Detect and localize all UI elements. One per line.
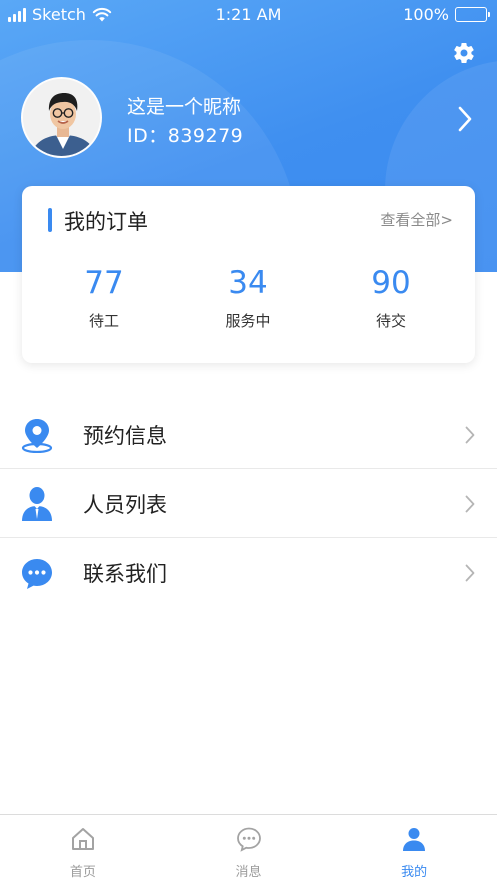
stat-label: 服务中 [225, 312, 271, 330]
battery-icon [455, 7, 490, 22]
nickname: 这是一个昵称 [127, 96, 242, 118]
orders-title: 我的订单 [64, 210, 148, 234]
order-stat-pending-work[interactable]: 77 待工 [44, 266, 164, 331]
bottom-tab-bar: 首页 消息 我的 [0, 814, 497, 883]
chat-bubble-icon [22, 559, 52, 589]
person-icon [22, 487, 52, 521]
my-orders-card: 我的订单 查看全部> 77 待工 34 服务中 90 待交 [22, 186, 475, 363]
menu-item-contact-us[interactable]: 联系我们 [0, 538, 497, 607]
menu-item-label: 人员列表 [83, 493, 167, 517]
message-icon [236, 827, 261, 852]
tab-home[interactable]: 首页 [0, 815, 166, 883]
tab-label: 我的 [401, 865, 428, 880]
chevron-right-icon [465, 495, 475, 513]
menu-item-staff-list[interactable]: 人员列表 [0, 469, 497, 538]
chevron-right-icon [465, 426, 475, 444]
stat-value: 90 [371, 265, 411, 301]
stat-label: 待交 [375, 312, 406, 330]
order-stat-pending-delivery[interactable]: 90 待交 [331, 266, 451, 331]
stat-value: 34 [228, 265, 268, 301]
tab-messages[interactable]: 消息 [166, 815, 332, 883]
user-icon [403, 828, 426, 851]
tab-mine[interactable]: 我的 [331, 815, 497, 883]
chevron-right-icon[interactable] [456, 105, 474, 133]
menu-item-label: 联系我们 [83, 562, 167, 586]
stat-value: 77 [84, 265, 124, 301]
stat-label: 待工 [88, 312, 119, 330]
home-icon [71, 828, 94, 850]
menu-item-appointment-info[interactable]: 预约信息 [0, 400, 497, 469]
order-stat-in-service[interactable]: 34 服务中 [188, 266, 308, 331]
settings-gear-icon[interactable] [452, 41, 476, 65]
avatar[interactable] [21, 77, 102, 158]
settings-menu: 预约信息 人员列表 联系我们 [0, 400, 497, 607]
status-bar: Sketch 1:21 AM 100% [0, 0, 497, 30]
chevron-right-icon [465, 564, 475, 582]
location-pin-icon [21, 419, 53, 453]
tab-label: 消息 [235, 865, 262, 880]
title-accent-bar [48, 208, 52, 232]
tab-label: 首页 [69, 865, 96, 880]
menu-item-label: 预约信息 [83, 424, 167, 448]
view-all-orders-link[interactable]: 查看全部> [380, 209, 453, 230]
user-id: ID：839279 [127, 125, 244, 147]
battery-percent: 100% [403, 5, 449, 24]
